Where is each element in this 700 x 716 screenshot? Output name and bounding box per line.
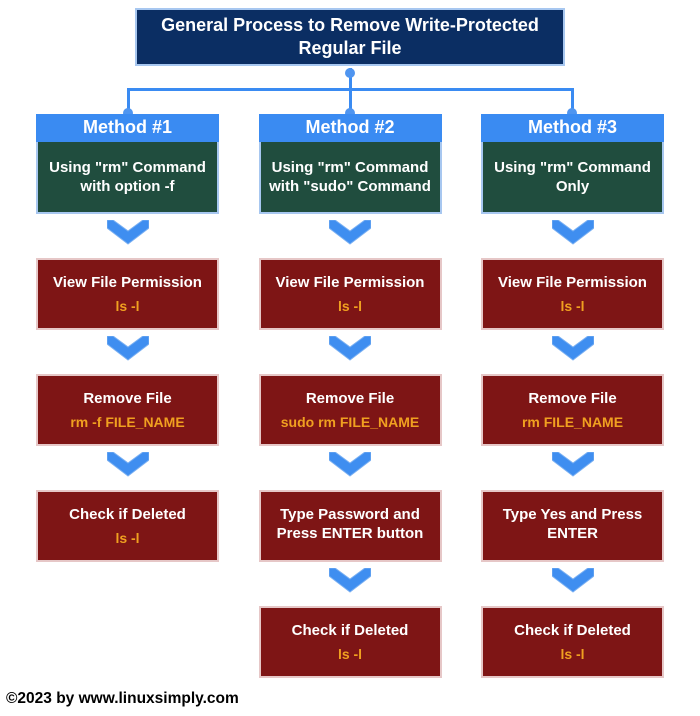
step-box: Check if Deleted ls -l: [36, 490, 219, 562]
method-subheader: Using "rm" Command Only: [481, 142, 664, 214]
method-column-3: Method #3 Using "rm" Command Only View F…: [481, 114, 664, 678]
step-label: View File Permission: [53, 273, 202, 293]
step-command: rm -f FILE_NAME: [70, 413, 184, 431]
step-label: Check if Deleted: [292, 621, 409, 641]
chevron-down-icon: [107, 336, 149, 366]
copyright-text: ©2023 by www.linuxsimply.com: [6, 690, 239, 708]
chevron-down-icon: [107, 220, 149, 250]
methods-row: Method #1 Using "rm" Command with option…: [36, 114, 664, 678]
step-command: ls -l: [115, 529, 139, 547]
step-box: Type Yes and Press ENTER: [481, 490, 664, 562]
method-column-1: Method #1 Using "rm" Command with option…: [36, 114, 219, 678]
step-command: sudo rm FILE_NAME: [281, 413, 419, 431]
method-header: Method #3: [481, 114, 664, 142]
chevron-down-icon: [107, 452, 149, 482]
step-label: Remove File: [83, 389, 171, 409]
step-command: rm FILE_NAME: [522, 413, 623, 431]
method-column-2: Method #2 Using "rm" Command with "sudo"…: [259, 114, 442, 678]
step-box: Remove File rm FILE_NAME: [481, 374, 664, 446]
step-command: ls -l: [338, 297, 362, 315]
step-label: Check if Deleted: [514, 621, 631, 641]
chevron-down-icon: [329, 220, 371, 250]
page-title: General Process to Remove Write-Protecte…: [135, 8, 565, 66]
step-box: View File Permission ls -l: [36, 258, 219, 330]
step-box: View File Permission ls -l: [481, 258, 664, 330]
method-header: Method #2: [259, 114, 442, 142]
chevron-down-icon: [329, 568, 371, 598]
step-label: Remove File: [306, 389, 394, 409]
step-label: Remove File: [528, 389, 616, 409]
method-subheader: Using "rm" Command with option -f: [36, 142, 219, 214]
chevron-down-icon: [552, 452, 594, 482]
step-label: View File Permission: [498, 273, 647, 293]
step-box: View File Permission ls -l: [259, 258, 442, 330]
chevron-down-icon: [552, 568, 594, 598]
step-label: Type Password and Press ENTER button: [267, 505, 434, 544]
chevron-down-icon: [552, 220, 594, 250]
step-box: Check if Deleted ls -l: [259, 606, 442, 678]
step-label: Check if Deleted: [69, 505, 186, 525]
step-command: ls -l: [560, 645, 584, 663]
step-label: Type Yes and Press ENTER: [489, 505, 656, 544]
chevron-down-icon: [552, 336, 594, 366]
step-label: View File Permission: [276, 273, 425, 293]
method-header: Method #1: [36, 114, 219, 142]
step-box: Check if Deleted ls -l: [481, 606, 664, 678]
step-command: ls -l: [338, 645, 362, 663]
step-command: ls -l: [560, 297, 584, 315]
method-subheader: Using "rm" Command with "sudo" Command: [259, 142, 442, 214]
chevron-down-icon: [329, 452, 371, 482]
step-box: Remove File sudo rm FILE_NAME: [259, 374, 442, 446]
step-command: ls -l: [115, 297, 139, 315]
step-box: Remove File rm -f FILE_NAME: [36, 374, 219, 446]
step-box: Type Password and Press ENTER button: [259, 490, 442, 562]
chevron-down-icon: [329, 336, 371, 366]
branch-dot: [345, 68, 355, 78]
